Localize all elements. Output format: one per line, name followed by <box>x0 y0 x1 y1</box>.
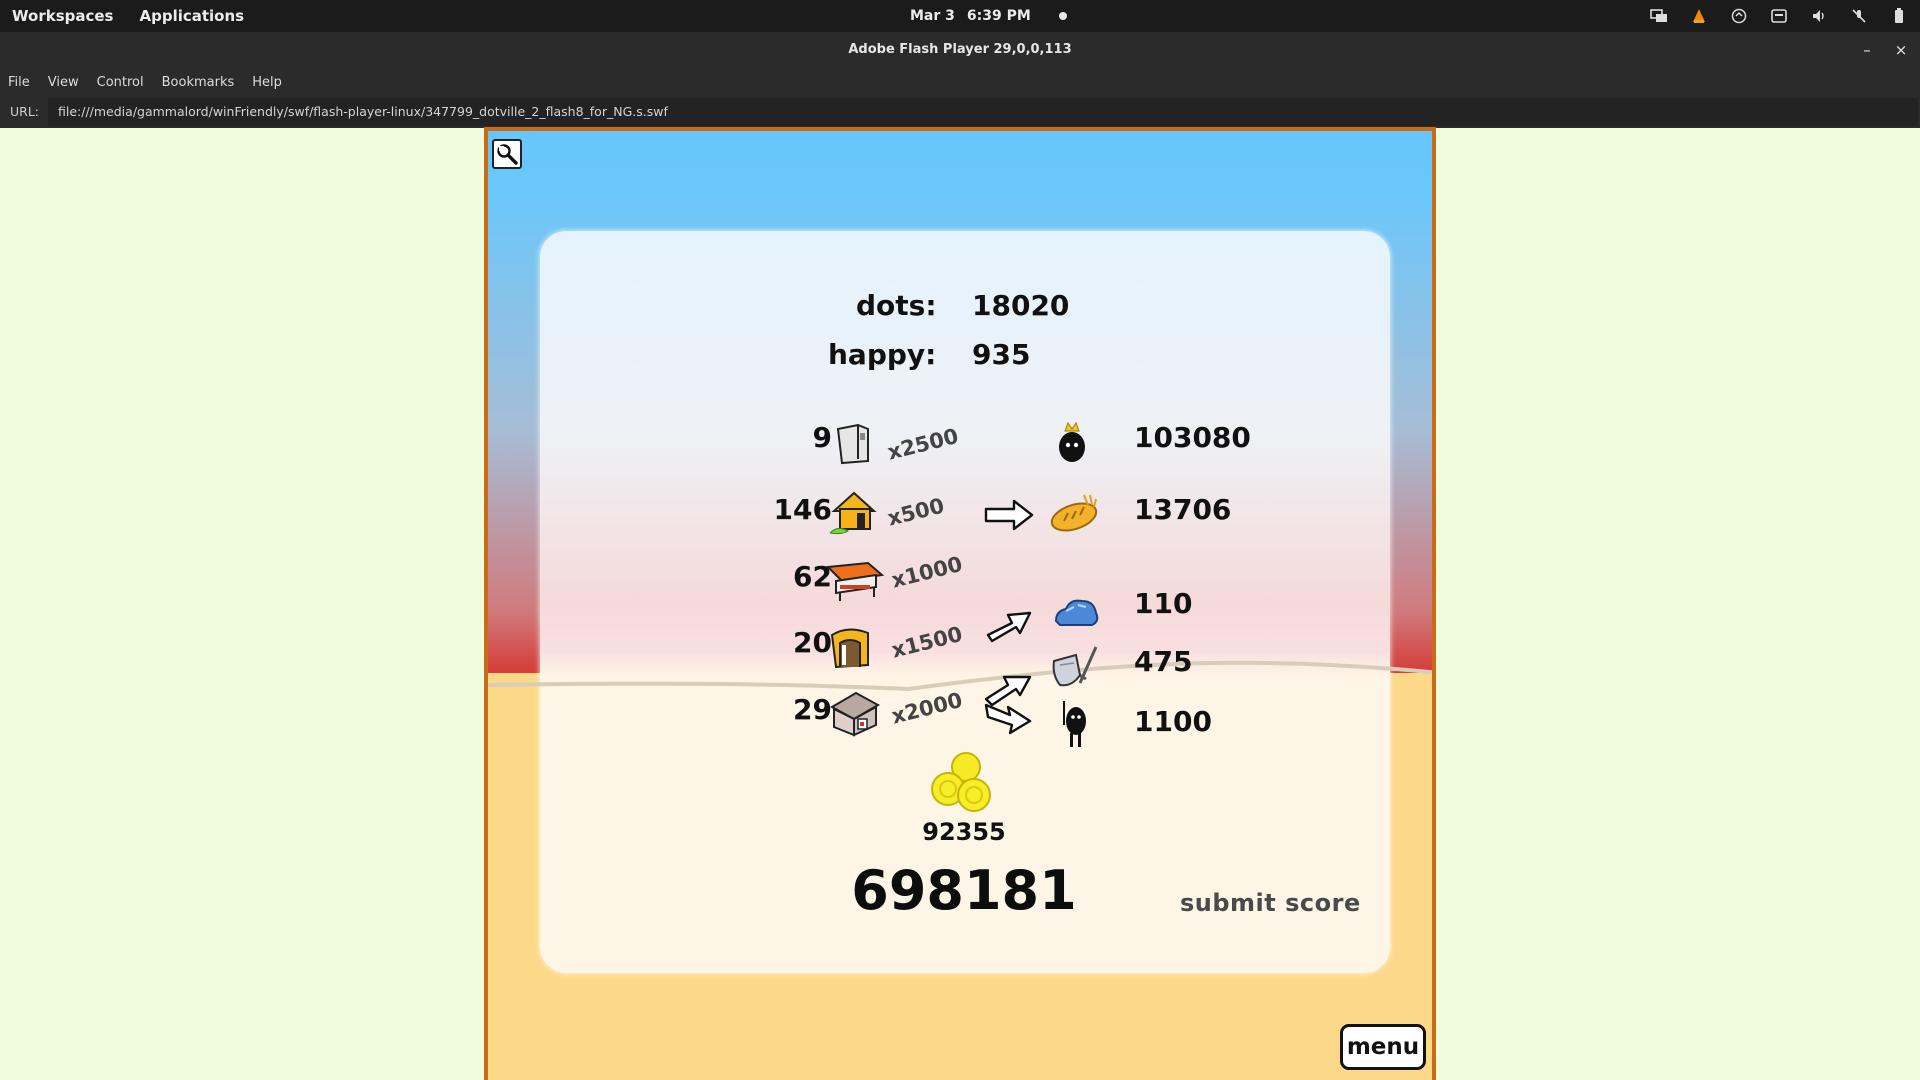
happy-value: 935 <box>972 338 1031 371</box>
barracks-icon[interactable] <box>828 689 882 739</box>
dots-label: dots: <box>856 289 937 322</box>
soldier-icon <box>1063 701 1086 747</box>
market-stall-icon[interactable] <box>824 559 886 603</box>
building-count: 146 <box>773 493 832 526</box>
close-button[interactable]: × <box>1891 40 1911 60</box>
house-icon[interactable] <box>828 489 880 537</box>
microphone-muted-icon[interactable] <box>1850 8 1868 24</box>
game-stage[interactable]: dots: 18020 happy: 935 9 146 62 20 29 x2 <box>484 127 1436 1080</box>
notification-dot-icon <box>1058 12 1067 20</box>
tower-icon[interactable] <box>832 421 876 465</box>
vlc-icon[interactable] <box>1690 8 1708 24</box>
menu-bar: File View Control Bookmarks Help <box>0 68 1920 96</box>
king-icon <box>1059 421 1085 462</box>
window-title-bar: Adobe Flash Player 29,0,0,113 – × <box>0 32 1920 68</box>
system-top-bar: Workspaces Applications Mar 3 6:39 PM <box>0 0 1920 32</box>
menu-control[interactable]: Control <box>97 75 144 90</box>
building-count: 62 <box>793 560 832 593</box>
wrench-icon <box>497 144 518 165</box>
menu-help[interactable]: Help <box>252 75 282 90</box>
clock[interactable]: Mar 3 6:39 PM <box>910 0 1067 32</box>
result-value: 475 <box>1134 645 1193 678</box>
settings-wrench-button[interactable] <box>492 139 522 169</box>
happy-label: happy: <box>828 338 937 371</box>
building-count: 9 <box>812 421 832 454</box>
update-icon[interactable] <box>1730 8 1748 24</box>
shield-sword-icon <box>1052 646 1098 687</box>
menu-bookmarks[interactable]: Bookmarks <box>162 75 235 90</box>
result-value: 1100 <box>1134 705 1212 738</box>
clock-time: 6:39 PM <box>966 8 1031 24</box>
dots-value: 18020 <box>972 289 1070 322</box>
result-value: 103080 <box>1134 421 1251 454</box>
arrow-right-icon <box>984 499 1034 531</box>
building-count: 29 <box>793 693 832 726</box>
building-count: 20 <box>793 626 832 659</box>
coins-icon <box>931 752 991 812</box>
menu-view[interactable]: View <box>48 75 79 90</box>
ore-icon <box>1054 599 1099 626</box>
battery-icon[interactable] <box>1890 8 1908 24</box>
ground-horizon-icon <box>488 660 1432 691</box>
menu-file[interactable]: File <box>8 75 30 90</box>
coins-value: 92355 <box>922 818 1006 846</box>
minimize-button[interactable]: – <box>1857 40 1877 60</box>
network-icon[interactable] <box>1650 8 1668 24</box>
bread-icon <box>1050 494 1098 532</box>
applications-menu[interactable]: Applications <box>139 7 244 25</box>
window-title: Adobe Flash Player 29,0,0,113 <box>848 42 1072 57</box>
submit-score-button[interactable]: submit score <box>1180 889 1361 917</box>
mine-icon[interactable] <box>828 623 878 671</box>
clock-date: Mar 3 <box>910 8 955 24</box>
volume-icon[interactable] <box>1810 8 1828 24</box>
keyboard-icon[interactable] <box>1770 8 1788 24</box>
split-arrows-icon <box>984 675 1032 735</box>
menu-button[interactable]: menu <box>1340 1024 1426 1070</box>
url-bar: URL: file:///media/gammalord/winFriendly… <box>0 96 1920 128</box>
arrow-up-right-icon <box>986 611 1032 643</box>
url-field[interactable]: file:///media/gammalord/winFriendly/swf/… <box>48 98 1918 126</box>
url-label: URL: <box>10 104 40 119</box>
result-value: 13706 <box>1134 493 1232 526</box>
result-value: 110 <box>1134 587 1193 620</box>
workspaces-menu[interactable]: Workspaces <box>12 7 113 25</box>
